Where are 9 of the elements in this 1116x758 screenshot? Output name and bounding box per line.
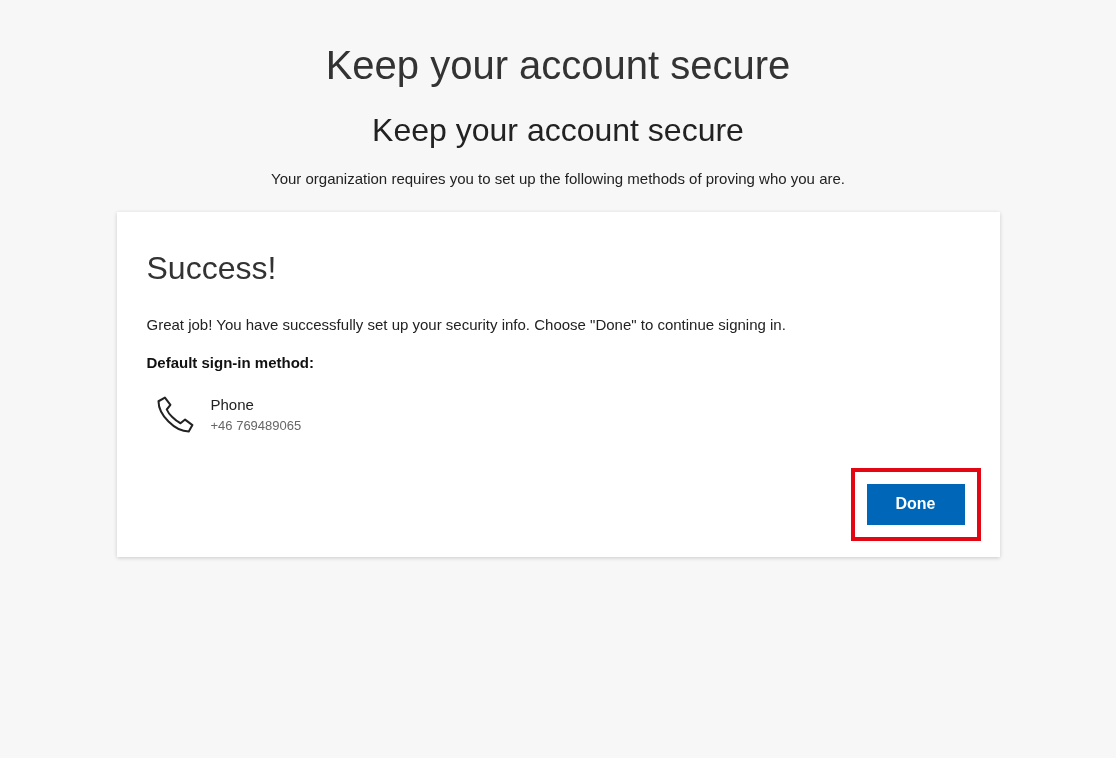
page-title: Keep your account secure bbox=[372, 111, 744, 150]
phone-number: +46 769489065 bbox=[210, 417, 302, 435]
page-subtitle: Your organization requires you to set up the following methods of proving who you are. bbox=[271, 169, 845, 189]
success-message: Great job! You have successfully set up your security info. Choose "Done" to continue signing in. bbox=[146, 314, 787, 335]
header-title: Keep your account secure bbox=[325, 42, 791, 88]
default-method-label: Default sign-in method: bbox=[146, 353, 315, 373]
method-name: Phone bbox=[210, 394, 255, 415]
card-title: Success! bbox=[146, 248, 278, 288]
done-button[interactable]: Done bbox=[866, 483, 965, 525]
